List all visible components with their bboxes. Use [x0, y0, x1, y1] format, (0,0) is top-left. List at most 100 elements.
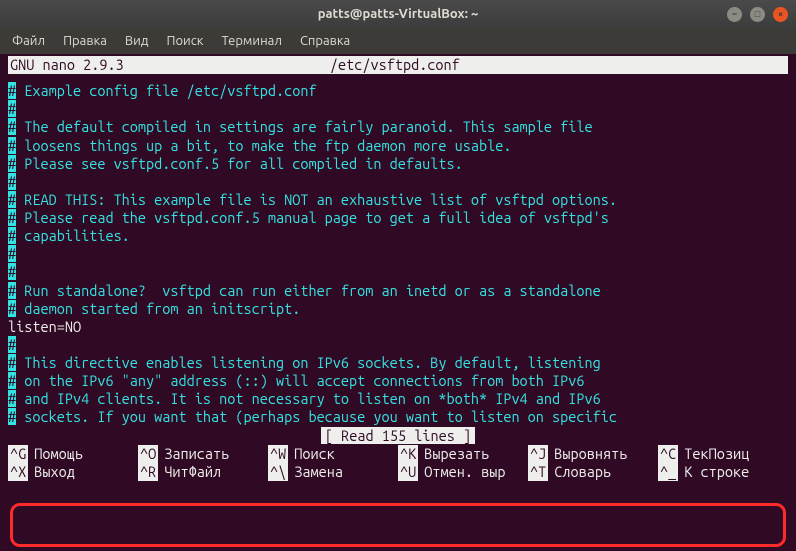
- shortcut-key: ^C: [658, 445, 678, 463]
- shortcut-item: ^_ К строке: [658, 463, 788, 481]
- editor-line: # The default compiled in settings are f…: [8, 118, 788, 136]
- editor-line: # This directive enables listening on IP…: [8, 354, 788, 372]
- comment-hash: #: [8, 100, 16, 117]
- editor-line: #: [8, 336, 788, 354]
- nano-status-text: [ Read 155 lines ]: [321, 427, 475, 444]
- minimize-button[interactable]: –: [727, 7, 742, 22]
- shortcut-label: ЧитФайл: [164, 463, 221, 481]
- titlebar: patts@patts-VirtualBox: ~ – □ ×: [0, 0, 796, 28]
- shortcut-key: ^O: [138, 445, 158, 463]
- shortcut-key: ^\: [268, 463, 288, 481]
- menu-edit[interactable]: Правка: [55, 31, 115, 51]
- menubar: Файл Правка Вид Поиск Терминал Справка: [0, 28, 796, 54]
- shortcut-label: К строке: [684, 463, 749, 481]
- shortcut-key: ^U: [398, 463, 418, 481]
- editor-line: listen=NO: [8, 318, 788, 336]
- shortcut-label: ТекПозиц: [684, 445, 749, 463]
- comment-text: Run standalone? vsftpd can run either fr…: [16, 282, 601, 299]
- shortcut-item: ^T Словарь: [528, 463, 658, 481]
- menu-help[interactable]: Справка: [292, 31, 358, 51]
- comment-text: Please see vsftpd.conf.5 for all compile…: [16, 155, 463, 172]
- shortcut-label: Вырезать: [424, 445, 489, 463]
- shortcut-item: ^U Отмен. выр: [398, 463, 528, 481]
- close-button[interactable]: ×: [773, 7, 788, 22]
- comment-hash: #: [8, 336, 16, 353]
- shortcut-label: Помощь: [34, 445, 83, 463]
- editor-line: # and IPv4 clients. It is not necessary …: [8, 390, 788, 408]
- nano-version: GNU nano 2.9.3: [10, 56, 124, 74]
- comment-text: on the IPv6 "any" address (::) will acce…: [16, 372, 584, 389]
- shortcut-key: ^J: [528, 445, 548, 463]
- shortcut-label: Словарь: [554, 463, 611, 481]
- comment-text: daemon started from an initscript.: [16, 300, 300, 317]
- shortcut-key: ^R: [138, 463, 158, 481]
- nano-header-spacer: [666, 56, 786, 74]
- config-directive: listen=NO: [8, 318, 81, 335]
- comment-hash: #: [8, 209, 16, 226]
- editor-line: #: [8, 263, 788, 281]
- shortcut-item: ^GПомощь: [8, 445, 138, 463]
- window-controls: – □ ×: [727, 7, 788, 22]
- shortcut-row-1: ^GПомощь^O Записать ^W Поиск ^KВырезать^J Выр…: [8, 445, 788, 463]
- comment-hash: #: [8, 354, 16, 371]
- comment-text: sockets. If you want that (perhaps becau…: [16, 408, 617, 425]
- shortcut-item: ^J Выровнять: [528, 445, 658, 463]
- comment-hash: #: [8, 390, 16, 407]
- shortcut-item: ^O Записать: [138, 445, 268, 463]
- menu-view[interactable]: Вид: [117, 31, 157, 51]
- comment-text: and IPv4 clients. It is not necessary to…: [16, 390, 601, 407]
- editor-line: # on the IPv6 "any" address (::) will ac…: [8, 372, 788, 390]
- shortcut-item: ^\ Замена: [268, 463, 398, 481]
- shortcut-key: ^T: [528, 463, 548, 481]
- shortcut-key: ^W: [268, 445, 288, 463]
- comment-text: READ THIS: This example file is NOT an e…: [16, 191, 617, 208]
- shortcut-label: Поиск: [294, 445, 335, 463]
- comment-hash: #: [8, 372, 16, 389]
- comment-hash: #: [8, 173, 16, 190]
- terminal-window: patts@patts-VirtualBox: ~ – □ × Файл Пра…: [0, 0, 796, 551]
- shortcut-label: Выровнять: [554, 445, 627, 463]
- editor-line: # READ THIS: This example file is NOT an…: [8, 191, 788, 209]
- shortcut-item: ^KВырезать: [398, 445, 528, 463]
- comment-text: The default compiled in settings are fai…: [16, 118, 593, 135]
- comment-hash: #: [8, 408, 16, 425]
- shortcut-label: Выход: [34, 463, 75, 481]
- editor-line: # capabilities.: [8, 227, 788, 245]
- editor-body[interactable]: # Example config file /etc/vsftpd.conf##…: [8, 82, 788, 426]
- shortcut-label: Замена: [294, 463, 343, 481]
- comment-hash: #: [8, 191, 16, 208]
- shortcut-key: ^_: [658, 463, 678, 481]
- nano-status-line: [ Read 155 lines ]: [8, 427, 788, 445]
- nano-filename: /etc/vsftpd.conf: [124, 56, 666, 74]
- editor-line: # sockets. If you want that (perhaps bec…: [8, 408, 788, 426]
- editor-line: #: [8, 100, 788, 118]
- comment-hash: #: [8, 137, 16, 154]
- comment-hash: #: [8, 118, 16, 135]
- editor-line: # daemon started from an initscript.: [8, 300, 788, 318]
- annotation-highlight: [10, 503, 786, 547]
- menu-file[interactable]: Файл: [4, 31, 53, 51]
- menu-terminal[interactable]: Терминал: [213, 31, 289, 51]
- editor-line: #: [8, 245, 788, 263]
- comment-text: loosens things up a bit, to make the ftp…: [16, 137, 511, 154]
- comment-hash: #: [8, 82, 16, 99]
- comment-hash: #: [8, 263, 16, 280]
- shortcut-item: ^R ЧитФайл: [138, 463, 268, 481]
- comment-text: capabilities.: [16, 227, 130, 244]
- nano-header: GNU nano 2.9.3 /etc/vsftpd.conf: [8, 56, 788, 74]
- editor-line: # Example config file /etc/vsftpd.conf: [8, 82, 788, 100]
- maximize-button[interactable]: □: [750, 7, 765, 22]
- shortcut-row-2: ^XВыход^RЧитФайл^\Замена^UОтмен. выр^TСл…: [8, 463, 788, 481]
- editor-line: # Please read the vsftpd.conf.5 manual p…: [8, 209, 788, 227]
- shortcut-label: Отмен. выр: [424, 463, 505, 481]
- window-title: patts@patts-VirtualBox: ~: [318, 7, 479, 21]
- comment-text: This directive enables listening on IPv6…: [16, 354, 601, 371]
- editor-line: #: [8, 173, 788, 191]
- shortcut-label: Записать: [164, 445, 229, 463]
- comment-hash: #: [8, 155, 16, 172]
- shortcut-item: ^C ТекПозиц: [658, 445, 788, 463]
- terminal-viewport[interactable]: GNU nano 2.9.3 /etc/vsftpd.conf # Exampl…: [0, 54, 796, 551]
- menu-search[interactable]: Поиск: [158, 31, 211, 51]
- comment-text: Please read the vsftpd.conf.5 manual pag…: [16, 209, 609, 226]
- comment-hash: #: [8, 227, 16, 244]
